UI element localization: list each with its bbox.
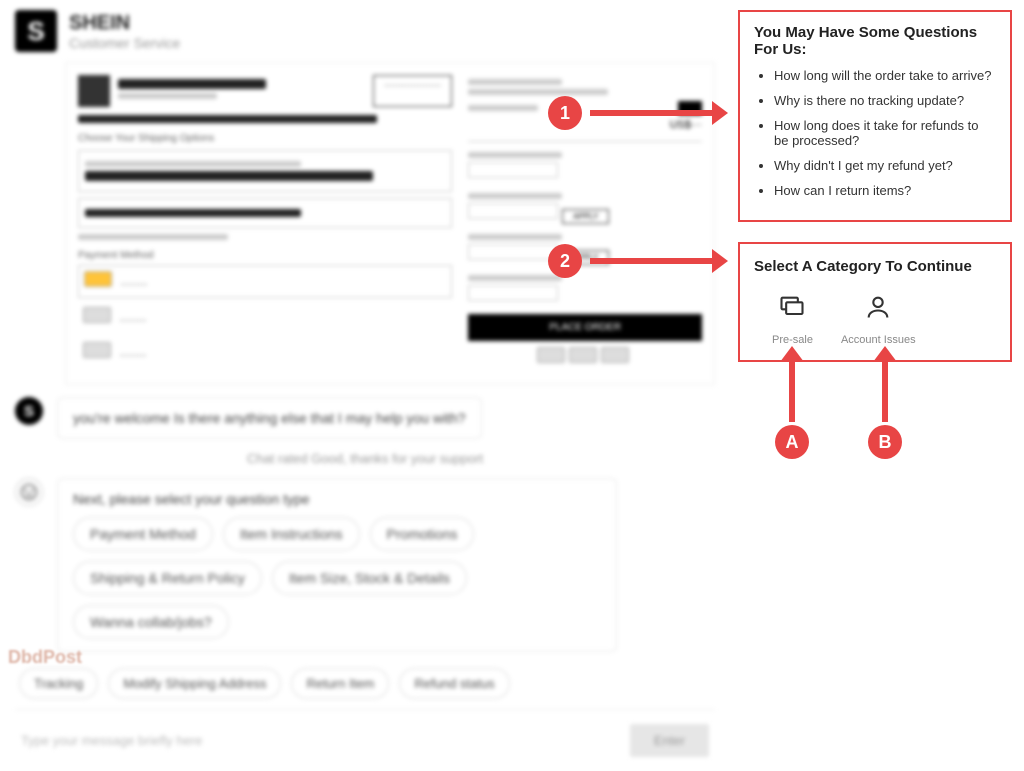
user-icon xyxy=(864,293,892,328)
faq-item-tracking[interactable]: Why is there no tracking update? xyxy=(774,93,996,108)
annotation-arrow-2 xyxy=(590,258,714,264)
chip-tracking[interactable]: Tracking xyxy=(19,668,98,699)
brand-name: SHEIN xyxy=(69,12,180,35)
faq-item-return[interactable]: How can I return items? xyxy=(774,183,996,198)
faq-title: You May Have Some Questions For Us: xyxy=(754,24,996,58)
chip-shipping-return[interactable]: Shipping & Return Policy xyxy=(73,561,262,595)
category-account-label: Account Issues xyxy=(841,334,916,346)
annotation-arrow-a xyxy=(789,360,795,422)
annotation-circle-b: B xyxy=(868,425,902,459)
bot-avatar xyxy=(15,478,43,506)
agent-message-text: you're welcome Is there anything else th… xyxy=(57,397,482,439)
payment-method-title: Payment Method xyxy=(78,250,452,261)
question-type-chips: Payment Method Item Instructions Promoti… xyxy=(73,517,601,639)
message-input[interactable]: Type your message briefly here xyxy=(21,733,630,748)
right-panel: You May Have Some Questions For Us: How … xyxy=(730,0,1020,676)
annotation-circle-2: 2 xyxy=(548,244,582,278)
chip-promotions[interactable]: Promotions xyxy=(370,517,475,551)
chip-collab-jobs[interactable]: Wanna collab/jobs? xyxy=(73,605,229,639)
header: S SHEIN Customer Service xyxy=(15,10,715,52)
chip-item-instructions[interactable]: Item Instructions xyxy=(223,517,360,551)
category-box: Select A Category To Continue Pre-sale A… xyxy=(738,242,1012,362)
chip-payment-method[interactable]: Payment Method xyxy=(73,517,213,551)
chip-item-size[interactable]: Item Size, Stock & Details xyxy=(272,561,467,595)
category-title: Select A Category To Continue xyxy=(754,258,996,275)
watermark: DbdPost xyxy=(8,647,82,668)
annotation-circle-a: A xyxy=(775,425,809,459)
brand-subtitle: Customer Service xyxy=(69,35,180,51)
annotation-circle-1: 1 xyxy=(548,96,582,130)
bot-face-icon xyxy=(20,483,38,501)
brand-info: SHEIN Customer Service xyxy=(69,12,180,51)
category-account-issues[interactable]: Account Issues xyxy=(841,293,916,346)
category-presale-label: Pre-sale xyxy=(772,334,813,346)
chat-bubbles-icon xyxy=(778,293,806,328)
shipping-options-title: Choose Your Shipping Options xyxy=(78,133,452,144)
place-order-button[interactable]: PLACE ORDER xyxy=(468,314,702,341)
chat-rating-message: Chat rated Good, thanks for your support xyxy=(15,451,715,466)
category-presale[interactable]: Pre-sale xyxy=(772,293,813,346)
faq-item-arrival[interactable]: How long will the order take to arrive? xyxy=(774,68,996,83)
message-input-area: Type your message briefly here Enter xyxy=(15,709,715,771)
annotation-arrow-1 xyxy=(590,110,714,116)
chip-return-item[interactable]: Return Item xyxy=(291,668,389,699)
chip-modify-address[interactable]: Modify Shipping Address xyxy=(108,668,281,699)
apply-button-1[interactable]: APPLY xyxy=(562,209,609,224)
agent-message: S you're welcome Is there anything else … xyxy=(15,397,715,439)
checkout-edit-button[interactable]: ··················· xyxy=(373,75,452,107)
faq-list: How long will the order take to arrive? … xyxy=(754,68,996,198)
bottom-quick-actions: Tracking Modify Shipping Address Return … xyxy=(15,668,715,699)
faq-box: You May Have Some Questions For Us: How … xyxy=(738,10,1012,222)
bot-message: Next, please select your question type P… xyxy=(15,478,715,652)
annotation-arrow-b xyxy=(882,360,888,422)
agent-avatar: S xyxy=(15,397,43,425)
faq-item-refund-missing[interactable]: Why didn't I get my refund yet? xyxy=(774,158,996,173)
enter-button[interactable]: Enter xyxy=(630,724,709,757)
brand-logo: S xyxy=(15,10,57,52)
chat-area: S SHEIN Customer Service ···············… xyxy=(0,0,730,676)
bot-message-text: Next, please select your question type xyxy=(73,491,601,507)
chip-refund-status[interactable]: Refund status xyxy=(399,668,509,699)
faq-item-refund-time[interactable]: How long does it take for refunds to be … xyxy=(774,118,996,148)
